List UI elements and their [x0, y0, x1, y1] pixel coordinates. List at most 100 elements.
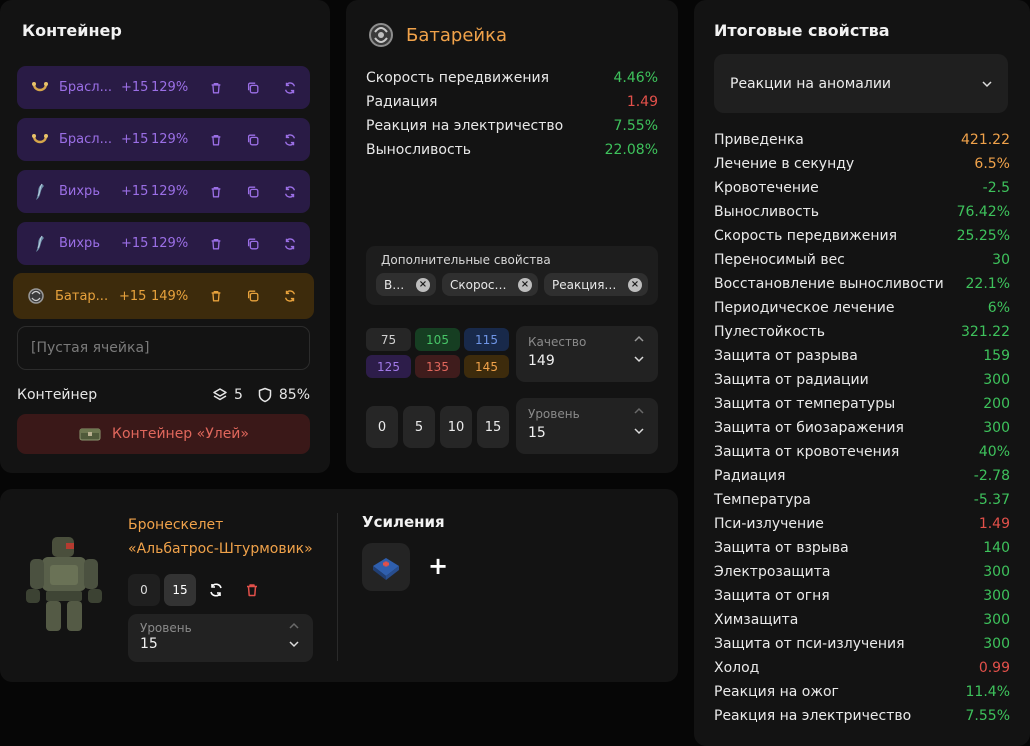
property-name: Скорость передвижения [714, 228, 897, 244]
total-property-row: Периодическое лечение 6% [714, 296, 1010, 320]
property-value: 1.49 [626, 94, 658, 110]
total-property-row: Защита от кровотечения 40% [714, 440, 1010, 464]
chevron-down-icon[interactable] [634, 355, 644, 363]
armor-level-label: Уровень [140, 621, 192, 635]
container-slot[interactable]: Вихрь +15 129% [17, 170, 310, 213]
chevron-up-icon[interactable] [634, 335, 644, 343]
close-icon[interactable]: × [628, 277, 642, 292]
level-15-button[interactable]: 15 [477, 406, 509, 448]
level-0-button[interactable]: 0 [366, 406, 398, 448]
level-5-button[interactable]: 5 [403, 406, 435, 448]
extra-property-chip[interactable]: Реакция н... × [544, 273, 648, 296]
refresh-icon [284, 81, 295, 94]
delete-button[interactable] [236, 574, 268, 606]
delete-slot-button[interactable] [197, 231, 234, 257]
property-name: Лечение в секунду [714, 156, 855, 172]
extra-property-chip[interactable]: Скорость... × [442, 273, 538, 296]
chevron-up-icon[interactable] [289, 622, 299, 630]
level-value: 15 [528, 425, 546, 441]
totals-list: Приведенка 421.22 Лечение в секунду 6.5% Кро… [714, 128, 1010, 728]
property-value: 159 [983, 348, 1010, 364]
boost-slot-medkit[interactable] [362, 543, 410, 591]
close-icon[interactable]: × [416, 277, 430, 292]
container-slot[interactable]: Брасл... +15 129% [17, 66, 310, 109]
exoskeleton-image[interactable] [24, 535, 104, 635]
property-value: 421.22 [961, 132, 1010, 148]
property-value: 22.08% [604, 142, 658, 158]
chevron-down-icon[interactable] [289, 640, 299, 648]
copy-slot-button[interactable] [234, 283, 271, 309]
extra-property-chip[interactable]: Вы... × [376, 273, 436, 296]
total-property-row: Реакция на ожог 11.4% [714, 680, 1010, 704]
property-value: -5.37 [973, 492, 1010, 508]
property-name: Реакция на электричество [366, 118, 564, 134]
swap-slot-button[interactable] [271, 283, 308, 309]
extra-properties-label: Дополнительные свойства [381, 253, 551, 267]
anomaly-reactions-dropdown[interactable]: Реакции на аномалии [714, 54, 1008, 113]
property-value: 6% [987, 300, 1010, 316]
property-value: 140 [983, 540, 1010, 556]
property-name: Холод [714, 660, 760, 676]
close-icon[interactable]: × [518, 277, 532, 292]
delete-slot-button[interactable] [197, 179, 234, 205]
property-value: 300 [983, 588, 1010, 604]
property-name: Приведенка [714, 132, 804, 148]
armor-level-15-button[interactable]: 15 [164, 574, 196, 606]
container-slot[interactable]: Вихрь +15 129% [17, 222, 310, 265]
delete-slot-button[interactable] [197, 127, 234, 153]
property-name: Защита от разрыва [714, 348, 858, 364]
quality-option[interactable]: 75 [366, 328, 411, 351]
empty-slot[interactable]: [Пустая ячейка] [17, 326, 310, 370]
chevron-down-icon[interactable] [634, 427, 644, 435]
refresh-icon [210, 583, 222, 597]
quality-option[interactable]: 115 [464, 328, 509, 351]
quality-option[interactable]: 145 [464, 355, 509, 378]
swap-button[interactable] [200, 574, 232, 606]
swap-slot-button[interactable] [271, 75, 308, 101]
property-name: Скорость передвижения [366, 70, 549, 86]
container-slot[interactable]: Брасл... +15 129% [17, 118, 310, 161]
property-name: Кровотечение [714, 180, 819, 196]
container-slot[interactable]: Батар... +15 149% [13, 273, 314, 319]
property-name: Восстановление выносливости [714, 276, 944, 292]
property-value: 40% [978, 444, 1010, 460]
battery-level-stepper[interactable]: Уровень 15 [516, 398, 658, 454]
copy-slot-button[interactable] [234, 127, 271, 153]
container-footer: Контейнер 5 85% [17, 387, 310, 403]
property-name: Электрозащита [714, 564, 831, 580]
slot-name: Вихрь [59, 184, 100, 199]
copy-slot-button[interactable] [234, 75, 271, 101]
armor-level-stepper[interactable]: Уровень 15 [128, 614, 313, 662]
total-property-row: Скорость передвижения 25.25% [714, 224, 1010, 248]
copy-slot-button[interactable] [234, 231, 271, 257]
quality-label: Качество [528, 335, 587, 349]
add-boost-button[interactable]: + [426, 551, 450, 581]
container-footer-label: Контейнер [17, 387, 98, 403]
swap-slot-button[interactable] [271, 179, 308, 205]
refresh-icon [284, 133, 295, 146]
property-value: 11.4% [965, 684, 1010, 700]
chevron-up-icon[interactable] [634, 407, 644, 415]
level-10-button[interactable]: 10 [440, 406, 472, 448]
copy-slot-button[interactable] [234, 179, 271, 205]
property-name: Выносливость [714, 204, 820, 220]
armor-level-buttons: 0 15 [128, 574, 268, 606]
quality-stepper[interactable]: Качество 149 [516, 326, 658, 382]
hive-button-label: Контейнер «Улей» [112, 426, 249, 442]
copy-icon [247, 82, 258, 93]
property-name: Защита от взрыва [714, 540, 849, 556]
property-name: Химзащита [714, 612, 799, 628]
property-value: 300 [983, 420, 1010, 436]
total-property-row: Пси-излучение 1.49 [714, 512, 1010, 536]
trash-icon [211, 134, 220, 145]
quality-option[interactable]: 125 [366, 355, 411, 378]
armor-level-0-button[interactable]: 0 [128, 574, 160, 606]
delete-slot-button[interactable] [197, 283, 234, 309]
property-value: 300 [983, 372, 1010, 388]
swap-slot-button[interactable] [271, 127, 308, 153]
hive-container-button[interactable]: Контейнер «Улей» [17, 414, 310, 454]
quality-option[interactable]: 135 [415, 355, 460, 378]
delete-slot-button[interactable] [197, 75, 234, 101]
quality-option[interactable]: 105 [415, 328, 460, 351]
swap-slot-button[interactable] [271, 231, 308, 257]
